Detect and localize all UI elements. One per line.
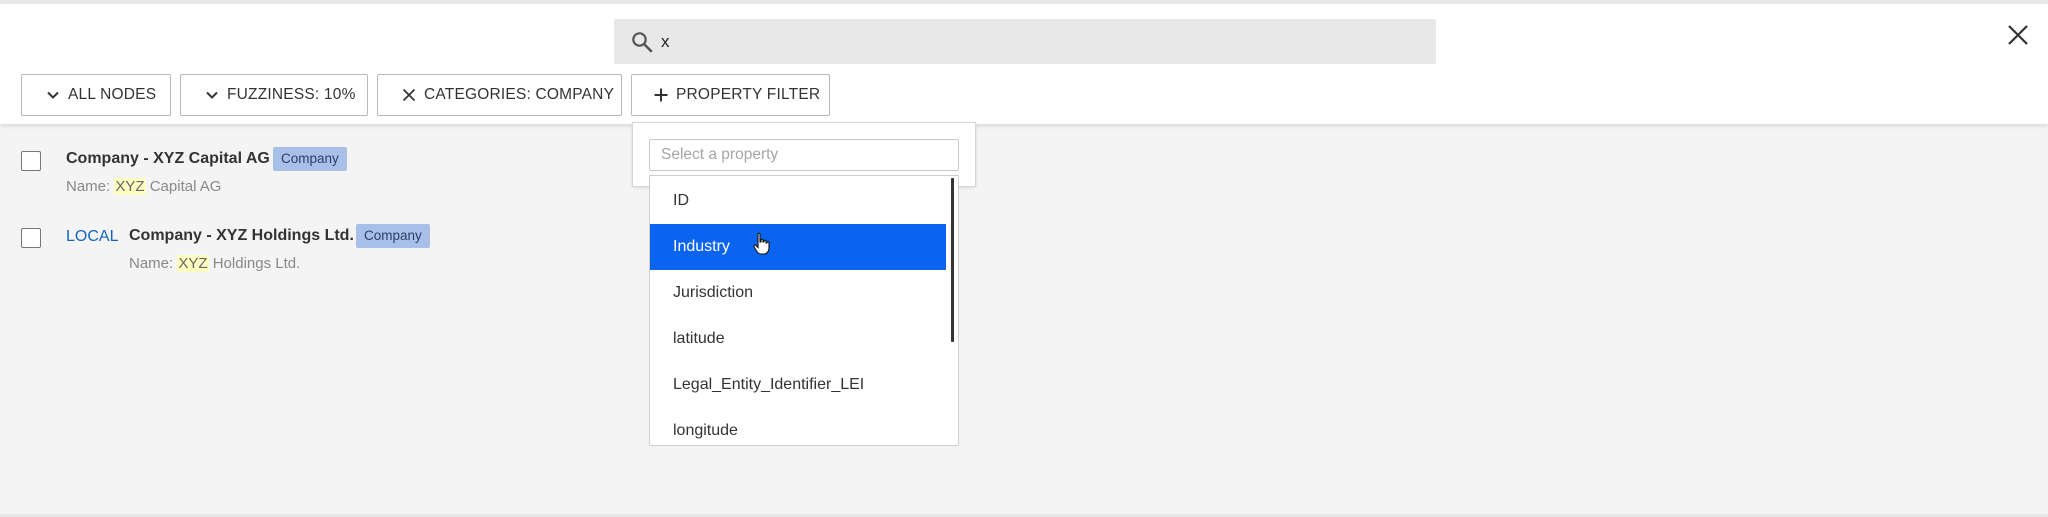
result-subtitle: Name: XYZ Capital AG (66, 178, 221, 195)
local-link[interactable]: LOCAL (66, 228, 118, 246)
all-nodes-label: ALL NODES (68, 86, 157, 103)
result-checkbox[interactable] (21, 151, 41, 171)
property-option-lei[interactable]: Legal_Entity_Identifier_LEI (650, 362, 946, 408)
property-option-id[interactable]: ID (650, 178, 946, 224)
search-highlight: XYZ (177, 255, 209, 272)
results-panel (0, 124, 2048, 517)
property-option-industry[interactable]: Industry (650, 224, 946, 270)
property-option-jurisdiction[interactable]: Jurisdiction (650, 270, 946, 316)
categories-filter-button[interactable]: CATEGORIES: COMPANY (377, 74, 622, 116)
subtitle-prefix: Name: (66, 178, 115, 195)
property-select-input[interactable] (649, 139, 959, 171)
result-checkbox[interactable] (21, 228, 41, 248)
property-option-latitude[interactable]: latitude (650, 316, 946, 362)
search-bar[interactable]: x (614, 19, 1436, 64)
result-title[interactable]: Company - XYZ Holdings Ltd. (129, 227, 354, 245)
property-filter-label: PROPERTY FILTER (676, 86, 821, 103)
result-subtitle: Name: XYZ Holdings Ltd. (129, 255, 300, 272)
category-badge: Company (273, 147, 347, 171)
fuzziness-label: FUZZINESS: 10% (227, 86, 356, 103)
all-nodes-button[interactable]: ALL NODES (21, 74, 171, 116)
list-scrollbar[interactable] (951, 178, 954, 342)
close-icon[interactable] (400, 86, 418, 104)
search-icon (632, 32, 653, 53)
search-highlight: XYZ (114, 178, 146, 195)
close-icon[interactable] (2005, 22, 2031, 48)
search-header: x ALL NODES FUZZINESS: 10% CATEGORIES: C… (0, 4, 2048, 124)
category-badge: Company (356, 224, 430, 248)
property-option-longitude[interactable]: longitude (650, 408, 946, 445)
chevron-down-icon (44, 86, 62, 104)
plus-icon (652, 86, 670, 104)
result-title[interactable]: Company - XYZ Capital AG (66, 150, 270, 168)
search-input[interactable]: x (661, 32, 670, 52)
hand-cursor-icon (753, 232, 770, 255)
subtitle-suffix: Holdings Ltd. (208, 255, 301, 272)
property-filter-button[interactable]: PROPERTY FILTER (631, 74, 830, 116)
subtitle-prefix: Name: (129, 255, 178, 272)
property-options-list[interactable]: ID Industry Jurisdiction latitude Legal_… (649, 175, 959, 446)
subtitle-suffix: Capital AG (145, 178, 222, 195)
categories-label: CATEGORIES: COMPANY (424, 86, 615, 103)
chevron-down-icon (203, 86, 221, 104)
fuzziness-button[interactable]: FUZZINESS: 10% (180, 74, 368, 116)
